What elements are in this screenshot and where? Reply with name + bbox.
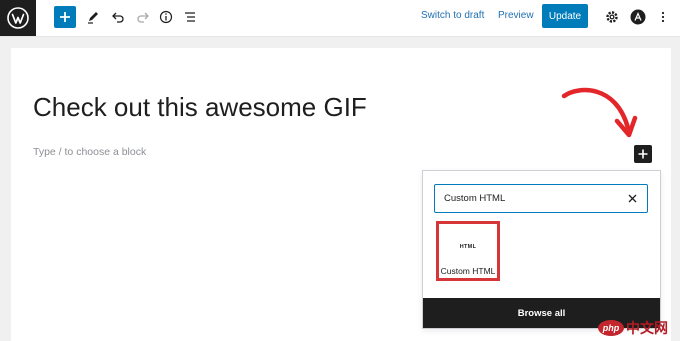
undo-icon <box>112 12 124 23</box>
block-item-label: Custom HTML <box>440 266 496 276</box>
search-input-value[interactable]: Custom HTML <box>444 193 505 204</box>
redo-icon <box>137 12 149 23</box>
watermark: php 中文网 <box>598 318 668 338</box>
block-search-input[interactable]: Custom HTML <box>434 184 648 213</box>
block-placeholder[interactable]: Type / to choose a block <box>33 146 146 158</box>
wordpress-logo[interactable] <box>0 0 36 36</box>
details-button[interactable] <box>156 7 176 27</box>
plus-icon <box>638 149 648 159</box>
watermark-logo: php <box>598 320 624 336</box>
block-inserter-popover: Custom HTML HTML Custom HTML Browse all <box>422 170 661 329</box>
wordpress-logo-icon <box>7 7 29 29</box>
list-view-icon <box>185 12 195 22</box>
custom-html-block-item[interactable]: HTML Custom HTML <box>436 221 500 281</box>
watermark-text: 中文网 <box>626 320 668 336</box>
add-block-button[interactable] <box>54 6 76 28</box>
redo-button[interactable] <box>133 7 153 27</box>
plugin-button[interactable] <box>628 7 648 27</box>
editor-top-toolbar: Switch to draft Preview Update <box>0 0 680 37</box>
post-title[interactable]: Check out this awesome GIF <box>33 92 367 123</box>
tools-button[interactable] <box>83 7 103 27</box>
clear-search-button[interactable] <box>625 191 639 205</box>
info-icon <box>159 10 173 24</box>
html-block-icon: HTML <box>459 244 477 250</box>
pencil-icon <box>88 12 98 24</box>
list-view-button[interactable] <box>180 7 200 27</box>
inline-inserter-button[interactable] <box>634 145 652 163</box>
close-icon <box>628 194 636 202</box>
settings-button[interactable] <box>602 7 622 27</box>
update-button[interactable]: Update <box>542 4 588 28</box>
switch-to-draft-button[interactable]: Switch to draft <box>421 10 484 21</box>
plus-icon <box>60 12 70 22</box>
more-vertical-icon <box>661 11 665 23</box>
gear-icon <box>606 11 618 23</box>
preview-button[interactable]: Preview <box>498 10 534 21</box>
undo-button[interactable] <box>108 7 128 27</box>
plugin-avatar-icon <box>630 9 646 25</box>
curved-arrow <box>561 87 638 138</box>
options-button[interactable] <box>653 7 673 27</box>
